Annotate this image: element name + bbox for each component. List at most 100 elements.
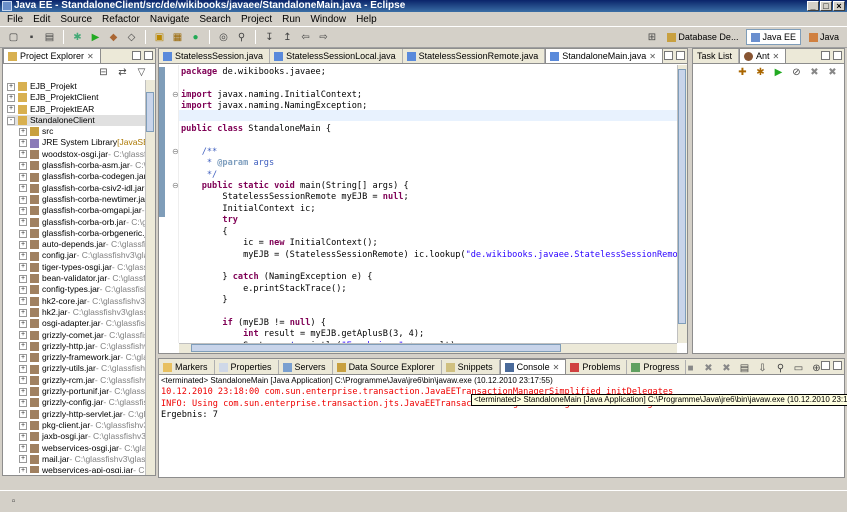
- tree-item[interactable]: + webservices-osgi.jar - C:\glassfishv3: [7, 443, 145, 454]
- expand-icon[interactable]: +: [19, 218, 27, 227]
- maximize-icon[interactable]: [676, 51, 685, 60]
- perspective-java[interactable]: Java: [805, 29, 843, 45]
- tree-item[interactable]: + hk2.jar - C:\glassfishv3\glassfish\modu…: [7, 307, 145, 318]
- expand-icon[interactable]: +: [19, 285, 27, 294]
- minimize-window-button[interactable]: _: [807, 1, 819, 11]
- expand-icon[interactable]: +: [19, 274, 27, 283]
- tab-snippets[interactable]: Snippets: [442, 360, 500, 374]
- tree-item[interactable]: + grizzly-framework.jar - C:\glassfishv3: [7, 352, 145, 363]
- minimize-icon[interactable]: [664, 51, 673, 60]
- tree-item[interactable]: + config-types.jar - C:\glassfishv3\glass…: [7, 284, 145, 295]
- hide-internal-targets-icon[interactable]: ⊘: [789, 65, 804, 79]
- close-icon[interactable]: ✕: [553, 363, 560, 372]
- new-icon[interactable]: ▢: [6, 30, 21, 44]
- expand-icon[interactable]: +: [19, 263, 27, 272]
- tree-item[interactable]: +glassfish-corba-newtimer.jar - C:\glass…: [7, 194, 145, 205]
- expand-icon[interactable]: +: [19, 206, 27, 215]
- view-menu-icon[interactable]: ▽: [134, 65, 149, 79]
- close-icon[interactable]: ✕: [87, 52, 94, 61]
- tree-item[interactable]: + grizzly-http.jar - C:\glassfishv3\glass…: [7, 341, 145, 352]
- close-window-button[interactable]: ×: [833, 1, 845, 11]
- tree-item[interactable]: + mail.jar - C:\glassfishv3\glassfish: [7, 454, 145, 465]
- expand-icon[interactable]: +: [19, 308, 27, 317]
- menu-project[interactable]: Project: [236, 14, 277, 25]
- tree-item[interactable]: + webservices-api-osgi.jar - C:\glassfish…: [7, 465, 145, 473]
- menu-file[interactable]: File: [2, 14, 28, 25]
- editor-horizontal-scrollbar[interactable]: [179, 343, 677, 353]
- expand-icon[interactable]: +: [19, 421, 27, 430]
- tab-statelesssessionlocal[interactable]: StatelessSessionLocal.java: [270, 49, 403, 63]
- expand-icon[interactable]: +: [19, 455, 27, 464]
- remove-all-launches-icon[interactable]: ✖: [719, 361, 734, 375]
- tab-statelesssession[interactable]: StatelessSession.java: [159, 49, 271, 63]
- minimize-icon[interactable]: [821, 51, 830, 60]
- tree-item[interactable]: + EJB_Projekt: [7, 81, 145, 92]
- tab-data-source-explorer[interactable]: Data Source Explorer: [333, 360, 442, 374]
- expand-icon[interactable]: +: [19, 398, 27, 407]
- minimize-icon[interactable]: [821, 361, 830, 370]
- tab-progress[interactable]: Progress: [627, 360, 687, 374]
- expand-icon[interactable]: +: [19, 387, 27, 396]
- tree-item[interactable]: + grizzly-comet.jar - C:\glassfishv3\glas…: [7, 330, 145, 341]
- expand-icon[interactable]: +: [19, 319, 27, 328]
- maximize-icon[interactable]: [833, 361, 842, 370]
- tab-task-list[interactable]: Task List: [693, 49, 740, 63]
- tab-markers[interactable]: Markers: [159, 360, 215, 374]
- expand-icon[interactable]: +: [19, 297, 27, 306]
- tree-item[interactable]: + grizzly-utils.jar - C:\glassfishv3\glas…: [7, 363, 145, 374]
- project-explorer-scrollbar[interactable]: [145, 80, 155, 475]
- pin-console-icon[interactable]: ⚲: [773, 361, 788, 375]
- debug-icon[interactable]: ✱: [70, 30, 85, 44]
- remove-all-icon[interactable]: ✖: [825, 65, 840, 79]
- menu-search[interactable]: Search: [194, 14, 236, 25]
- tree-item[interactable]: + EJB_ProjektClient: [7, 92, 145, 103]
- collapse-icon[interactable]: -: [7, 116, 15, 125]
- menu-run[interactable]: Run: [277, 14, 305, 25]
- menu-window[interactable]: Window: [305, 14, 351, 25]
- clear-console-icon[interactable]: ▤: [737, 361, 752, 375]
- tab-properties[interactable]: Properties: [215, 360, 279, 374]
- expand-icon[interactable]: +: [19, 184, 27, 193]
- tab-servers[interactable]: Servers: [279, 360, 333, 374]
- run-target-icon[interactable]: ▶: [771, 65, 786, 79]
- expand-icon[interactable]: +: [19, 353, 27, 362]
- expand-icon[interactable]: +: [19, 252, 27, 261]
- run-icon[interactable]: ▶: [88, 30, 103, 44]
- tree-item[interactable]: + tiger-types-osgi.jar - C:\glassfishv3\g…: [7, 262, 145, 273]
- tree-item[interactable]: + pkg-client.jar - C:\glassfishv3\glassfi…: [7, 420, 145, 431]
- close-icon[interactable]: ✕: [649, 52, 656, 61]
- expand-icon[interactable]: +: [19, 161, 27, 170]
- tree-item[interactable]: + auto-depends.jar - C:\glassfishv3\glass…: [7, 239, 145, 250]
- expand-icon[interactable]: +: [19, 195, 27, 204]
- expand-icon[interactable]: +: [19, 240, 27, 249]
- collapse-all-icon[interactable]: ⊟: [96, 65, 111, 79]
- menu-navigate[interactable]: Navigate: [145, 14, 194, 25]
- link-with-editor-icon[interactable]: ⇄: [115, 65, 130, 79]
- add-buildfile-search-icon[interactable]: ✱: [753, 65, 768, 79]
- tree-item[interactable]: + EJB_ProjektEAR: [7, 104, 145, 115]
- forward-icon[interactable]: ⇨: [316, 30, 331, 44]
- expand-icon[interactable]: +: [7, 105, 15, 114]
- scroll-lock-icon[interactable]: ⇩: [755, 361, 770, 375]
- external-tools-icon[interactable]: ◆: [106, 30, 121, 44]
- save-icon[interactable]: ▪: [24, 30, 39, 44]
- expand-icon[interactable]: +: [19, 444, 27, 453]
- tab-statelesssessionremote[interactable]: StatelessSessionRemote.java: [403, 49, 546, 63]
- next-annotation-icon[interactable]: ↥: [280, 30, 295, 44]
- expand-icon[interactable]: +: [19, 365, 27, 374]
- code-editor[interactable]: ⊖ ⊖ ⊖ package de.wikibooks.javaee; impor…: [159, 65, 677, 343]
- tree-item[interactable]: + src: [7, 126, 145, 137]
- new-java-project-icon[interactable]: ▣: [152, 30, 167, 44]
- expand-icon[interactable]: +: [19, 139, 27, 148]
- expand-icon[interactable]: +: [7, 93, 15, 102]
- tree-item[interactable]: +glassfish-corba-csiv2-idl.jar - C:\glas…: [7, 183, 145, 194]
- menu-source[interactable]: Source: [55, 14, 97, 25]
- tree-item[interactable]: + grizzly-config.jar - C:\glassfishv3\gla…: [7, 397, 145, 408]
- menu-edit[interactable]: Edit: [28, 14, 55, 25]
- tree-item[interactable]: + glassfish-corba-asm.jar - C:\glassfishv…: [7, 160, 145, 171]
- expand-icon[interactable]: +: [19, 331, 27, 340]
- tree-item[interactable]: + grizzly-rcm.jar - C:\glassfishv3\glassf…: [7, 375, 145, 386]
- tab-project-explorer[interactable]: Project Explorer ✕: [3, 48, 101, 63]
- close-icon[interactable]: ✕: [773, 52, 780, 61]
- prev-annotation-icon[interactable]: ↧: [262, 30, 277, 44]
